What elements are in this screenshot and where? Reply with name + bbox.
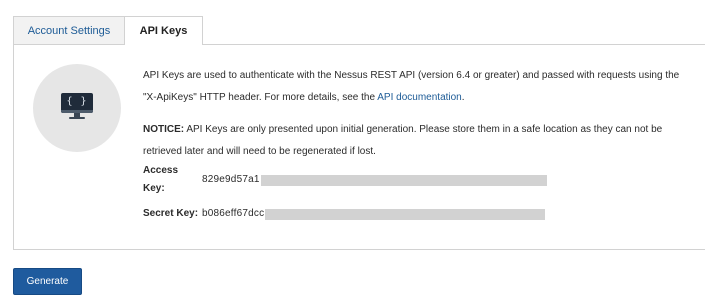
access-key-value: 829e9d57a1 xyxy=(202,174,260,185)
notice-paragraph: NOTICE: API Keys are only presented upon… xyxy=(143,119,693,163)
notice-text: API Keys are only presented upon initial… xyxy=(143,124,663,157)
description-end: . xyxy=(461,92,465,103)
access-key-label: Access Key: xyxy=(143,165,179,194)
api-keys-page: Account Settings API Keys { } API Keys a… xyxy=(0,0,705,308)
secret-key-row: Secret Key: b086eff67dcc xyxy=(143,205,546,223)
tab-account-settings[interactable]: Account Settings xyxy=(13,16,125,44)
settings-tabs: Account Settings API Keys xyxy=(13,16,203,45)
secret-key-label: Secret Key: xyxy=(143,208,199,219)
generate-button[interactable]: Generate xyxy=(13,268,82,295)
tab-api-keys[interactable]: API Keys xyxy=(125,16,203,45)
api-documentation-link[interactable]: API documentation xyxy=(377,92,462,103)
secret-key-redaction xyxy=(265,208,546,220)
access-key-row: Access Key: 829e9d57a1 xyxy=(143,165,547,194)
monitor-stand xyxy=(69,117,85,119)
access-key-redaction xyxy=(260,174,547,186)
api-keys-panel: { } API Keys are used to authenticate wi… xyxy=(13,44,705,250)
api-keys-description: API Keys are used to authenticate with t… xyxy=(143,65,693,163)
description-paragraph: API Keys are used to authenticate with t… xyxy=(143,65,693,109)
notice-label: NOTICE: xyxy=(143,124,185,135)
monitor-icon: { } xyxy=(61,93,93,121)
secret-key-value: b086eff67dcc xyxy=(202,208,265,219)
api-monitor-icon: { } xyxy=(33,64,121,152)
